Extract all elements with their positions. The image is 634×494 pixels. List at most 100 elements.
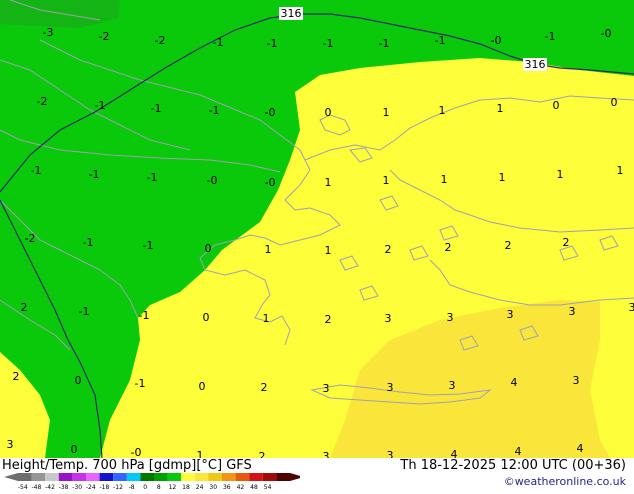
colorbar-swatch — [72, 473, 86, 481]
colorbar-swatch — [168, 473, 182, 481]
temperature-label: 0 — [71, 443, 78, 456]
temperature-label: 0 — [203, 311, 210, 324]
temperature-label: -0 — [265, 176, 276, 189]
temperature-label: -0 — [491, 34, 502, 47]
colorbar-swatch — [127, 473, 141, 481]
temperature-label: 4 — [577, 442, 584, 455]
temperature-label: 1 — [383, 174, 390, 187]
temperature-label: 1 — [497, 102, 504, 115]
colorbar-swatch — [59, 473, 73, 481]
colorbar-label: -12 — [113, 484, 123, 490]
temperature-label: -1 — [323, 37, 334, 50]
temperature-label: -1 — [435, 34, 446, 47]
temperature-label: -2 — [155, 34, 166, 47]
colorbar-swatch — [181, 473, 195, 481]
temperature-label: 1 — [499, 171, 506, 184]
colorbar-swatch — [276, 473, 290, 481]
temperature-label: -1 — [379, 37, 390, 50]
temperature-label: 0 — [199, 380, 206, 393]
colorbar-label: -48 — [31, 484, 41, 490]
credit-link[interactable]: ©weatheronline.co.uk — [504, 475, 626, 488]
temperature-label: 2 — [385, 243, 392, 256]
temperature-label: 2 — [21, 301, 28, 314]
temperature-label: 3 — [323, 450, 330, 458]
colorbar-label: -54 — [18, 484, 28, 490]
temperature-label: 3 — [7, 438, 14, 451]
colorbar-swatch — [208, 473, 222, 481]
colorbar-swatch — [263, 473, 277, 481]
colorbar-label: -30 — [72, 484, 82, 490]
colorbar-label: 36 — [223, 484, 231, 490]
temperature-label: 3 — [387, 381, 394, 394]
colorbar-label: 0 — [143, 484, 147, 490]
colorbar-label: 54 — [264, 484, 272, 490]
colorbar-swatch — [18, 473, 32, 481]
colorbar-label: 48 — [250, 484, 258, 490]
valid-time: Th 18-12-2025 12:00 UTC (00+36) — [400, 458, 626, 473]
temperature-label: -0 — [207, 174, 218, 187]
temperature-label: -3 — [43, 26, 54, 39]
colorbar-label: 30 — [209, 484, 217, 490]
temperature-label: -1 — [267, 37, 278, 50]
temperature-label: -1 — [83, 236, 94, 249]
temperature-label: -2 — [37, 95, 48, 108]
temperature-label: 4 — [511, 376, 518, 389]
map-title: Height/Temp. 700 hPa [gdmp][°C] GFS — [2, 458, 252, 473]
temperature-label: 0 — [205, 242, 212, 255]
temperature-label: 0 — [325, 106, 332, 119]
colorbar-swatch — [113, 473, 127, 481]
colorbar-swatch — [100, 473, 114, 481]
temperature-label: -1 — [147, 171, 158, 184]
temperature-label: 3 — [447, 311, 454, 324]
isohypse-label: 316 — [281, 7, 302, 20]
temperature-label: -1 — [135, 377, 146, 390]
temperature-label: 3 — [449, 379, 456, 392]
isohypse-label: 316 — [525, 58, 546, 71]
temperature-label: 2 — [505, 239, 512, 252]
temperature-label: 2 — [261, 381, 268, 394]
temperature-label: -1 — [89, 168, 100, 181]
temperature-label: -1 — [151, 102, 162, 115]
colorbar-label: 12 — [169, 484, 177, 490]
colorbar-swatch — [195, 473, 209, 481]
temperature-label: 1 — [325, 244, 332, 257]
temperature-label: 1 — [441, 173, 448, 186]
colorbar-label: 8 — [157, 484, 161, 490]
colorbar-swatch — [236, 473, 250, 481]
temperature-label: -1 — [139, 309, 150, 322]
colorbar-label: -8 — [129, 484, 135, 490]
colorbar-swatch — [154, 473, 168, 481]
temperature-label: -0 — [265, 106, 276, 119]
temperature-label: 2 — [325, 313, 332, 326]
temperature-label: -0 — [601, 27, 612, 40]
temperature-label: -0 — [131, 446, 142, 458]
colorbar-arrow-right — [290, 473, 300, 481]
temperature-label: 3 — [569, 305, 576, 318]
colorbar-label: -18 — [99, 484, 109, 490]
temperature-label: -1 — [545, 30, 556, 43]
temperature-label: -1 — [79, 305, 90, 318]
temperature-label: 4 — [515, 445, 522, 458]
temperature-label: 1 — [383, 106, 390, 119]
temperature-label: 1 — [265, 243, 272, 256]
temperature-label: -1 — [95, 99, 106, 112]
temperature-label: 0 — [611, 96, 618, 109]
colorbar-label: -42 — [45, 484, 55, 490]
temperature-label: -1 — [31, 164, 42, 177]
colorbar-swatch — [140, 473, 154, 481]
colorbar: -54-48-42-38-30-24-18-12-808121824303642… — [0, 472, 300, 490]
colorbar-arrow-left — [4, 473, 18, 481]
temperature-label: 0 — [75, 374, 82, 387]
colorbar-label: 42 — [237, 484, 245, 490]
temperature-label: -1 — [209, 104, 220, 117]
colorbar-label: 18 — [182, 484, 190, 490]
temperature-label: 2 — [445, 241, 452, 254]
temperature-label: 2 — [563, 236, 570, 249]
temperature-label: 0 — [553, 99, 560, 112]
temperature-label: 3 — [385, 312, 392, 325]
temperature-label: 3 — [387, 449, 394, 458]
temperature-label: 1 — [557, 168, 564, 181]
temperature-label: -2 — [25, 232, 36, 245]
colorbar-swatch — [32, 473, 46, 481]
temperature-label: 1 — [617, 164, 624, 177]
